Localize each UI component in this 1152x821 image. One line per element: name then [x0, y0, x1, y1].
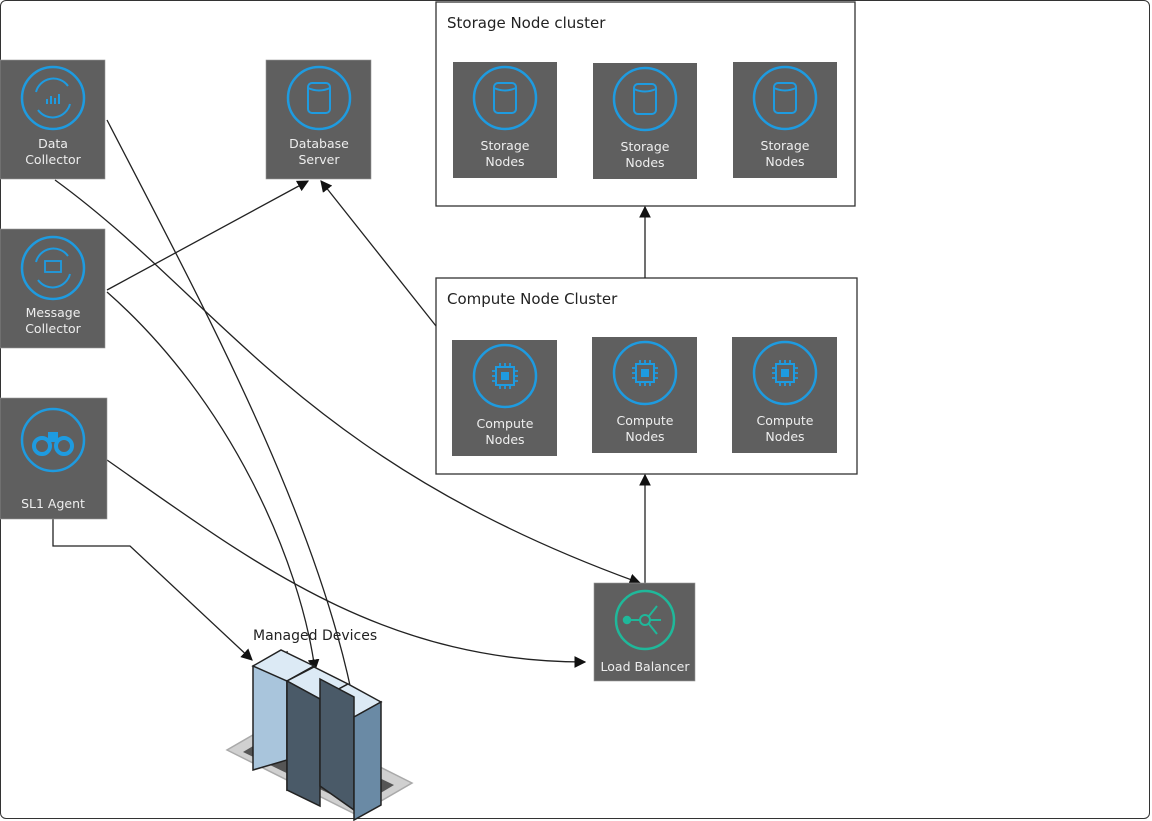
load-balancer-label: Load Balancer	[601, 659, 691, 674]
storage-node-label-2: Nodes	[765, 154, 804, 169]
arrow-datacollector-to-devices	[106, 119, 359, 712]
compute-node-label-2: Nodes	[765, 429, 804, 444]
data-collector-node[interactable]: Data Collector	[0, 59, 106, 180]
data-collector-label-2: Collector	[25, 152, 81, 167]
message-collector-label-2: Collector	[25, 321, 81, 336]
database-server-node[interactable]: Database Server	[265, 59, 372, 180]
compute-node-1[interactable]: Compute Nodes	[452, 340, 557, 456]
storage-cluster-title: Storage Node cluster	[447, 14, 606, 32]
compute-node-label: Compute	[476, 416, 533, 431]
message-collector-node[interactable]: Message Collector	[0, 228, 106, 349]
arrow-message-to-db	[106, 180, 310, 291]
server-rack-icon[interactable]	[225, 649, 414, 821]
storage-node-label-2: Nodes	[485, 154, 524, 169]
compute-node-label-2: Nodes	[485, 432, 524, 447]
compute-node-label: Compute	[616, 413, 673, 428]
sl1-agent-label: SL1 Agent	[21, 496, 85, 511]
compute-node-label-2: Nodes	[625, 429, 664, 444]
storage-node-3[interactable]: Storage Nodes	[733, 62, 837, 178]
storage-node-label: Storage	[761, 138, 810, 153]
message-collector-label: Message	[26, 305, 81, 320]
sl1-agent-node[interactable]: SL1 Agent	[0, 397, 108, 520]
compute-node-label: Compute	[756, 413, 813, 428]
database-server-label-2: Server	[299, 152, 341, 167]
database-server-label: Database	[289, 136, 349, 151]
architecture-diagram: Storage Node cluster Compute Node Cluste…	[0, 1, 858, 821]
arrow-message-to-devices	[106, 291, 320, 672]
storage-node-label: Storage	[621, 139, 670, 154]
compute-cluster-title: Compute Node Cluster	[447, 290, 618, 308]
managed-devices-label: Managed Devices	[253, 628, 377, 644]
storage-node-label: Storage	[481, 138, 530, 153]
storage-node-label-2: Nodes	[625, 155, 664, 170]
storage-node-1[interactable]: Storage Nodes	[453, 62, 557, 178]
storage-node-2[interactable]: Storage Nodes	[593, 63, 697, 179]
compute-node-2[interactable]: Compute Nodes	[592, 337, 697, 453]
arrow-compute-to-db	[320, 180, 437, 327]
load-balancer-node[interactable]: Load Balancer	[593, 582, 696, 682]
data-collector-label: Data	[38, 136, 68, 151]
compute-node-3[interactable]: Compute Nodes	[732, 337, 837, 453]
